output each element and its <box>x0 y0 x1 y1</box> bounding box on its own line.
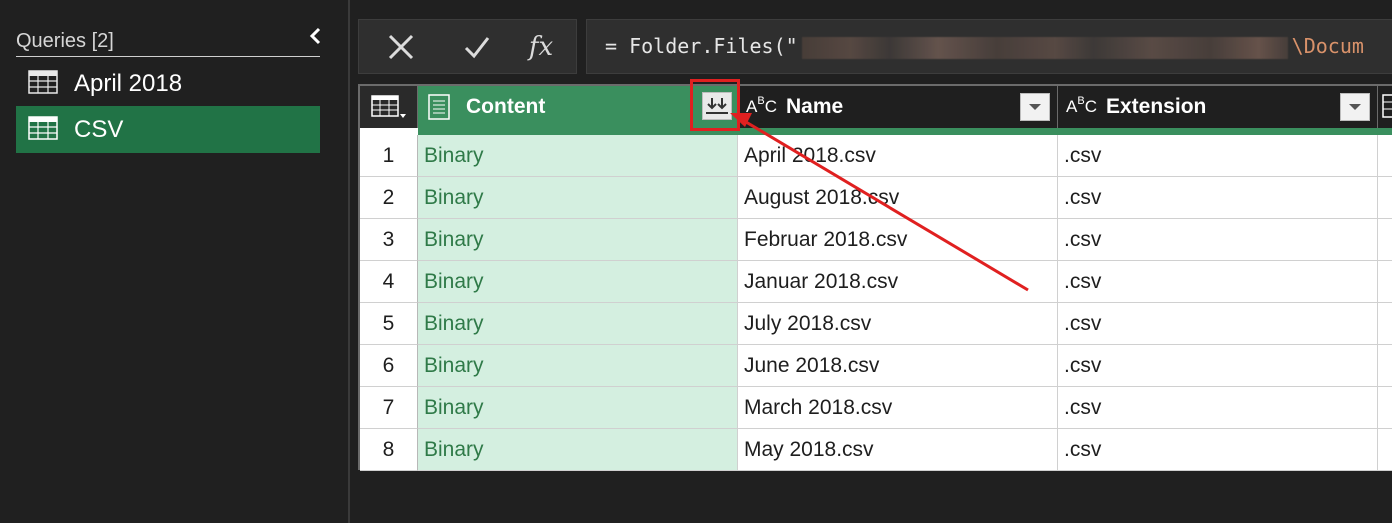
name-cell[interactable]: Februar 2018.csv <box>738 219 1058 261</box>
chevron-down-icon <box>1029 104 1041 110</box>
name-cell[interactable]: June 2018.csv <box>738 345 1058 387</box>
extension-cell[interactable]: .csv <box>1058 261 1378 303</box>
query-item-label: April 2018 <box>74 70 183 97</box>
table-icon <box>28 70 58 94</box>
query-item-csv[interactable]: CSV <box>16 106 320 153</box>
table-row[interactable]: 7 Binary March 2018.csv .csv <box>360 387 1392 429</box>
chevron-down-icon <box>1349 104 1361 110</box>
column-quality-bar <box>418 128 1392 135</box>
partial-cell <box>1378 303 1392 345</box>
query-item-april-2018[interactable]: April 2018 <box>16 60 320 107</box>
binary-cell[interactable]: Binary <box>418 219 738 261</box>
extension-cell[interactable]: .csv <box>1058 387 1378 429</box>
redacted-path <box>801 36 1288 59</box>
formula-toolbar: fx <box>358 19 577 74</box>
name-cell[interactable]: April 2018.csv <box>738 135 1058 177</box>
binary-cell[interactable]: Binary <box>418 429 738 471</box>
column-filter-button[interactable] <box>1020 93 1050 121</box>
close-icon <box>388 34 414 60</box>
binary-cell[interactable]: Binary <box>418 261 738 303</box>
name-cell[interactable]: May 2018.csv <box>738 429 1058 471</box>
partial-cell <box>1378 429 1392 471</box>
formula-suffix: \Docum <box>1291 34 1364 58</box>
queries-pane: Queries [2] April 2018 CSV <box>0 0 348 523</box>
table-options-button[interactable] <box>360 86 418 128</box>
row-number: 7 <box>360 387 418 429</box>
extension-cell[interactable]: .csv <box>1058 219 1378 261</box>
partial-cell <box>1378 345 1392 387</box>
binary-cell[interactable]: Binary <box>418 135 738 177</box>
column-header-label: Content <box>466 95 546 118</box>
binary-cell[interactable]: Binary <box>418 345 738 387</box>
name-cell[interactable]: July 2018.csv <box>738 303 1058 345</box>
name-cell[interactable]: March 2018.csv <box>738 387 1058 429</box>
table-row[interactable]: 1 Binary April 2018.csv .csv <box>360 135 1392 177</box>
binary-cell[interactable]: Binary <box>418 303 738 345</box>
column-header-label: Extension <box>1106 95 1207 118</box>
row-number: 1 <box>360 135 418 177</box>
insert-function-button[interactable]: fx <box>521 28 561 66</box>
table-row[interactable]: 4 Binary Januar 2018.csv .csv <box>360 261 1392 303</box>
collapse-pane-button[interactable] <box>304 24 328 52</box>
annotation-highlight-box <box>690 79 740 131</box>
formula-input[interactable]: = Folder.Files(" \Docum <box>586 19 1392 74</box>
row-number: 4 <box>360 261 418 303</box>
extension-cell[interactable]: .csv <box>1058 429 1378 471</box>
column-header-extension[interactable]: ABC Extension <box>1058 86 1378 128</box>
binary-cell[interactable]: Binary <box>418 387 738 429</box>
chevron-left-icon <box>309 27 321 45</box>
name-cell[interactable]: Januar 2018.csv <box>738 261 1058 303</box>
table-menu-icon <box>371 95 406 118</box>
column-header-label: Name <box>786 95 844 118</box>
extension-cell[interactable]: .csv <box>1058 177 1378 219</box>
extension-cell[interactable]: .csv <box>1058 303 1378 345</box>
row-number: 5 <box>360 303 418 345</box>
partial-cell <box>1378 135 1392 177</box>
table-icon <box>28 116 58 140</box>
table-row[interactable]: 6 Binary June 2018.csv .csv <box>360 345 1392 387</box>
table-row[interactable]: 8 Binary May 2018.csv .csv <box>360 429 1392 471</box>
formula-prefix: = Folder.Files(" <box>605 34 798 58</box>
row-number: 6 <box>360 345 418 387</box>
extension-cell[interactable]: .csv <box>1058 135 1378 177</box>
fx-icon: fx <box>528 32 554 62</box>
commit-button[interactable] <box>457 28 497 66</box>
extension-cell[interactable]: .csv <box>1058 345 1378 387</box>
data-grid: Content ABC Name ABC Extension 1 Binary … <box>358 84 1392 471</box>
row-number: 3 <box>360 219 418 261</box>
pane-divider[interactable] <box>348 0 350 523</box>
formula-text: = Folder.Files(" \Docum <box>605 34 1364 59</box>
table-row[interactable]: 5 Binary July 2018.csv .csv <box>360 303 1392 345</box>
row-number: 2 <box>360 177 418 219</box>
column-header-name[interactable]: ABC Name <box>738 86 1058 128</box>
table-column-icon <box>1382 94 1392 118</box>
partial-cell <box>1378 261 1392 303</box>
cancel-button[interactable] <box>381 28 421 66</box>
checkmark-icon <box>464 37 490 59</box>
query-item-label: CSV <box>74 116 124 143</box>
partial-cell <box>1378 219 1392 261</box>
queries-title: Queries [2] <box>16 30 114 52</box>
table-column-icon <box>428 94 450 120</box>
row-number: 8 <box>360 429 418 471</box>
table-row[interactable]: 2 Binary August 2018.csv .csv <box>360 177 1392 219</box>
abc-text-type-icon: ABC <box>1066 95 1097 116</box>
abc-text-type-icon: ABC <box>746 95 777 116</box>
name-cell[interactable]: August 2018.csv <box>738 177 1058 219</box>
column-filter-button[interactable] <box>1340 93 1370 121</box>
binary-cell[interactable]: Binary <box>418 177 738 219</box>
queries-header: Queries [2] <box>16 27 321 57</box>
column-header-partial[interactable] <box>1378 86 1392 128</box>
partial-cell <box>1378 387 1392 429</box>
partial-cell <box>1378 177 1392 219</box>
table-row[interactable]: 3 Binary Februar 2018.csv .csv <box>360 219 1392 261</box>
